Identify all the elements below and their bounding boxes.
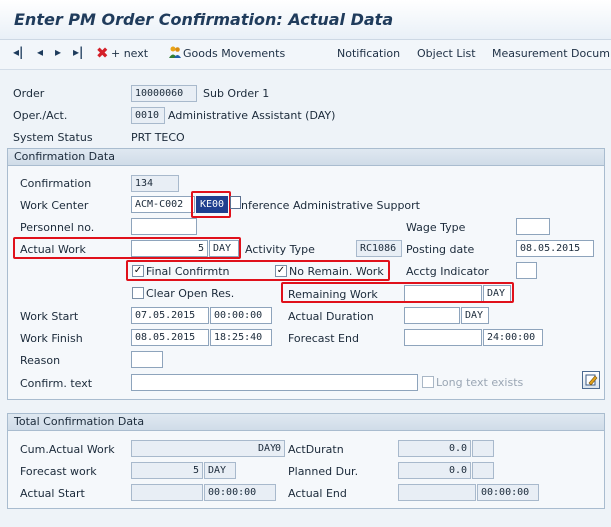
actual-start-date (131, 484, 203, 501)
work-start-time[interactable]: 00:00:00 (210, 307, 272, 324)
actual-work-label: Actual Work (20, 243, 86, 256)
actual-duration-label: Actual Duration (288, 310, 374, 323)
oper-act-text: Administrative Assistant (DAY) (168, 109, 336, 122)
first-page-icon[interactable]: ◂| (13, 45, 23, 59)
forecast-end-label: Forecast End (288, 332, 359, 345)
work-start-label: Work Start (20, 310, 79, 323)
acctg-indicator-field[interactable] (516, 262, 537, 279)
activity-type-label: Activity Type (245, 243, 315, 256)
clear-open-res-checkbox[interactable] (132, 287, 144, 299)
work-center-label: Work Center (20, 199, 89, 212)
act-duration-unit (472, 440, 494, 457)
posting-date-label: Posting date (406, 243, 475, 256)
actual-work-field[interactable]: 5 (131, 240, 208, 257)
remaining-work-unit[interactable]: DAY (483, 285, 511, 302)
confirm-text-field[interactable] (131, 374, 418, 391)
actual-duration-unit[interactable]: DAY (461, 307, 489, 324)
people-icon (168, 45, 182, 59)
order-field: 10000060 (131, 85, 197, 102)
cum-actual-work-unit: DAY (258, 443, 277, 454)
order-label: Order (13, 87, 45, 100)
remaining-work-label: Remaining Work (288, 288, 378, 301)
system-status-label: System Status (13, 131, 93, 144)
work-center-text: nference Administrative Support (241, 199, 420, 212)
posting-date-field[interactable]: 08.05.2015 (516, 240, 594, 257)
window-title: Enter PM Order Confirmation: Actual Data (14, 10, 394, 29)
final-confirmation-label: Final Confirmtn (146, 265, 230, 278)
actual-start-label: Actual Start (20, 487, 85, 500)
remaining-work-field[interactable] (404, 285, 482, 302)
actual-duration-field[interactable] (404, 307, 460, 324)
confirmation-label: Confirmation (20, 177, 92, 190)
work-start-date[interactable]: 07.05.2015 (131, 307, 209, 324)
final-confirmation-checkbox[interactable]: ✓ (132, 265, 144, 277)
work-finish-label: Work Finish (20, 332, 83, 345)
reason-field[interactable] (131, 351, 163, 368)
forecast-work-label: Forecast work (20, 465, 97, 478)
confirmation-data-header: Confirmation Data (8, 149, 604, 166)
planned-duration-label: Planned Dur. (288, 465, 359, 478)
object-list-button[interactable]: Object List (417, 47, 476, 60)
cum-actual-work-label: Cum.Actual Work (20, 443, 115, 456)
long-text-label: Long text exists (436, 376, 524, 389)
work-finish-time[interactable]: 18:25:40 (210, 329, 272, 346)
forecast-work-field: 5 (131, 462, 203, 479)
actual-end-time: 00:00:00 (477, 484, 539, 501)
oper-act-field: 0010 (131, 107, 165, 124)
red-x-icon[interactable]: ✖ (96, 44, 109, 62)
sub-order-text: Sub Order 1 (203, 87, 270, 100)
planned-duration-field: 0.0 (398, 462, 471, 479)
oper-act-label: Oper./Act. (13, 109, 68, 122)
confirmation-field: 134 (131, 175, 179, 192)
act-duration-label: ActDuratn (288, 443, 344, 456)
actual-end-label: Actual End (288, 487, 347, 500)
forecast-end-date[interactable] (404, 329, 482, 346)
personnel-label: Personnel no. (20, 221, 95, 234)
confirm-text-label: Confirm. text (20, 377, 93, 390)
activity-type-field: RC1086 (356, 240, 402, 257)
act-duration-field: 0.0 (398, 440, 471, 457)
edit-pencil-icon[interactable] (582, 371, 600, 389)
long-text-checkbox (422, 376, 434, 388)
forecast-end-time[interactable]: 24:00:00 (483, 329, 543, 346)
forecast-work-unit: DAY (204, 462, 236, 479)
delete-next-button[interactable]: + next (111, 47, 148, 60)
system-status-value: PRT TECO (131, 131, 185, 144)
no-remaining-work-label: No Remain. Work (289, 265, 384, 278)
work-finish-date[interactable]: 08.05.2015 (131, 329, 209, 346)
wage-type-label: Wage Type (406, 221, 466, 234)
acctg-indicator-label: Acctg Indicator (406, 265, 489, 278)
previous-page-icon[interactable]: ◂ (37, 45, 43, 59)
actual-end-date (398, 484, 476, 501)
measurement-documents-button[interactable]: Measurement Docum (492, 47, 610, 60)
reason-label: Reason (20, 354, 61, 367)
total-confirmation-header: Total Confirmation Data (8, 414, 604, 431)
planned-duration-unit (472, 462, 494, 479)
last-page-icon[interactable]: ▸| (73, 45, 83, 59)
next-page-icon[interactable]: ▸ (55, 45, 61, 59)
copy-icon[interactable] (230, 196, 241, 209)
wage-type-field[interactable] (516, 218, 550, 235)
actual-work-unit[interactable]: DAY (209, 240, 239, 257)
clear-open-res-label: Clear Open Res. (146, 287, 235, 300)
work-center-field[interactable]: ACM-C002 (131, 196, 195, 213)
actual-start-time: 00:00:00 (204, 484, 276, 501)
plant-field[interactable]: KE00 (196, 196, 228, 213)
goods-movements-button[interactable]: Goods Movements (183, 47, 285, 60)
personnel-field[interactable] (131, 218, 197, 235)
notification-button[interactable]: Notification (337, 47, 400, 60)
no-remaining-work-checkbox[interactable]: ✓ (275, 265, 287, 277)
